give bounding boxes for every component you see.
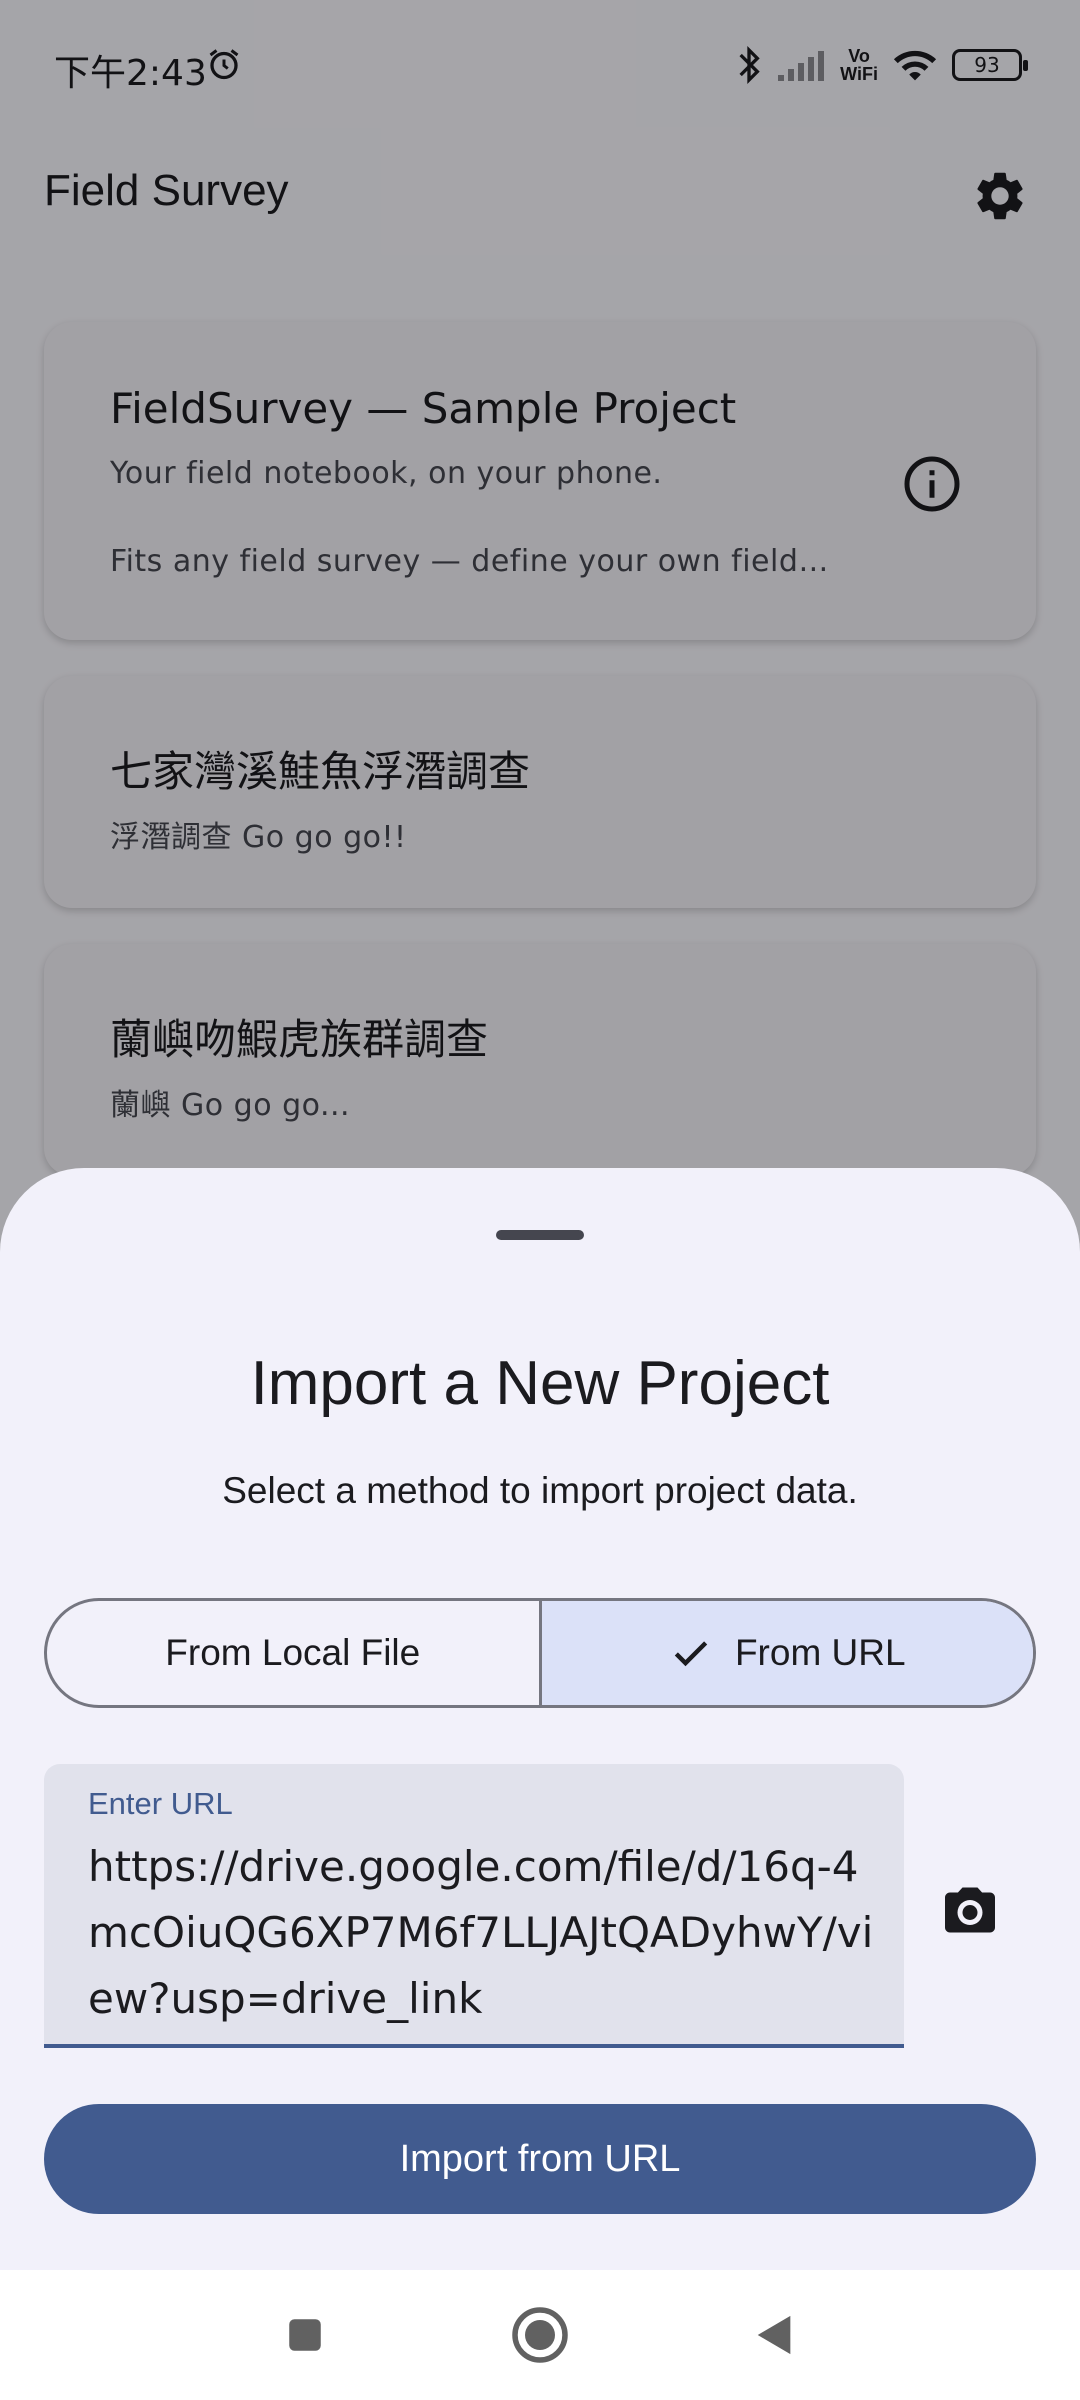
segment-label: From Local File	[165, 1632, 421, 1673]
camera-icon	[945, 1887, 995, 1933]
home-button[interactable]	[505, 2300, 575, 2370]
home-icon	[512, 2307, 568, 2363]
system-navigation-bar	[0, 2270, 1080, 2400]
url-input-label: Enter URL	[88, 1786, 233, 1821]
app-screen: 下午2:43 Vo WiFi 93 Field Survey FieldSurv…	[0, 0, 1080, 2400]
drag-handle[interactable]	[496, 1230, 584, 1240]
import-from-url-button[interactable]: Import from URL	[44, 2104, 1036, 2214]
sheet-title: Import a New Project	[250, 1349, 830, 1418]
back-button[interactable]	[740, 2300, 810, 2370]
segment-label: From URL	[734, 1632, 906, 1673]
import-bottom-sheet: Import a New Project Select a method to …	[0, 1168, 1080, 2270]
sheet-description: Select a method to import project data.	[222, 1470, 858, 1511]
segment-local-file[interactable]: From Local File	[47, 1601, 542, 1705]
back-icon	[757, 2315, 791, 2355]
import-method-segmented-control: From Local File From URL	[44, 1598, 1036, 1708]
url-input-value[interactable]: https://drive.google.com/file/d/16q-4mcO…	[88, 1834, 878, 2032]
recents-button[interactable]	[270, 2300, 340, 2370]
check-icon	[674, 1641, 708, 1667]
recents-icon	[289, 2319, 321, 2351]
scan-qr-button[interactable]	[930, 1870, 1010, 1950]
segment-url[interactable]: From URL	[541, 1601, 1033, 1705]
url-input[interactable]: Enter URL https://drive.google.com/file/…	[44, 1764, 904, 2048]
